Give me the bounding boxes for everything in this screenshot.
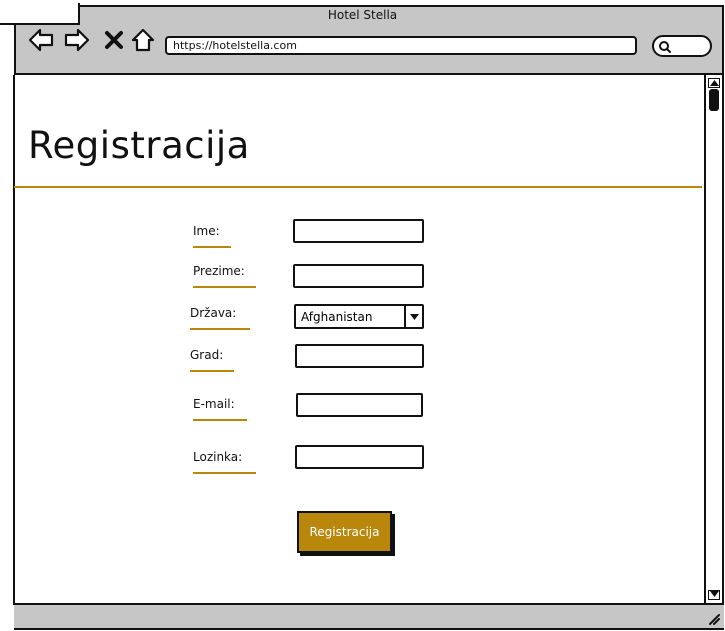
- field-label-first-name: Ime:: [193, 224, 231, 248]
- label-text: Lozinka:: [193, 450, 243, 464]
- field-label-country: Država:: [190, 306, 250, 330]
- label-text: Država:: [190, 306, 237, 320]
- register-button[interactable]: Registracija: [297, 511, 392, 553]
- label-text: E-mail:: [193, 397, 235, 411]
- label-text: Prezime:: [193, 264, 245, 278]
- chevron-down-icon: [709, 591, 719, 597]
- arrow-right-icon: [64, 28, 90, 52]
- last-name-input[interactable]: [293, 264, 424, 288]
- field-label-email: E-mail:: [193, 397, 247, 421]
- search-icon: [659, 41, 671, 53]
- address-bar[interactable]: https://hotelstella.com: [165, 36, 637, 55]
- window-border-left: [13, 75, 15, 605]
- email-input[interactable]: [296, 393, 423, 417]
- resize-grip-icon[interactable]: [706, 611, 720, 625]
- window-title: Hotel Stella: [327, 8, 398, 22]
- field-label-city: Grad:: [190, 348, 234, 372]
- first-name-input[interactable]: [293, 219, 424, 243]
- title-divider: [14, 186, 702, 188]
- country-select-value: Afghanistan: [301, 309, 373, 324]
- label-underline: [193, 246, 231, 248]
- label-underline: [193, 286, 256, 288]
- home-icon: [131, 28, 155, 52]
- page-title: Registracija: [28, 124, 250, 167]
- chevron-up-icon: [709, 80, 719, 86]
- scroll-thumb[interactable]: [709, 89, 719, 111]
- window-border-right: [722, 5, 724, 630]
- label-text: Grad:: [190, 348, 224, 362]
- scroll-up-button[interactable]: [708, 78, 720, 88]
- label-underline: [190, 328, 250, 330]
- vertical-scrollbar[interactable]: [704, 75, 722, 603]
- address-bar-url: https://hotelstella.com: [173, 39, 297, 52]
- password-input[interactable]: [295, 445, 424, 469]
- field-label-last-name: Prezime:: [193, 264, 256, 288]
- label-text: Ime:: [193, 224, 220, 238]
- country-select[interactable]: Afghanistan: [294, 304, 424, 329]
- arrow-left-icon: [28, 28, 54, 52]
- stop-button[interactable]: [100, 26, 128, 54]
- browser-search-box[interactable]: [652, 35, 712, 57]
- city-input[interactable]: [295, 344, 424, 368]
- field-label-password: Lozinka:: [193, 450, 256, 474]
- label-underline: [193, 472, 256, 474]
- scroll-down-button[interactable]: [708, 590, 720, 600]
- back-button[interactable]: [27, 26, 55, 54]
- chevron-down-icon: [409, 313, 419, 320]
- label-underline: [190, 370, 234, 372]
- label-underline: [193, 419, 247, 421]
- forward-button[interactable]: [63, 26, 91, 54]
- close-icon: [105, 31, 123, 49]
- select-arrow[interactable]: [404, 306, 422, 327]
- home-button[interactable]: [129, 26, 157, 54]
- register-button-label: Registracija: [309, 525, 380, 539]
- status-bar: [14, 603, 724, 630]
